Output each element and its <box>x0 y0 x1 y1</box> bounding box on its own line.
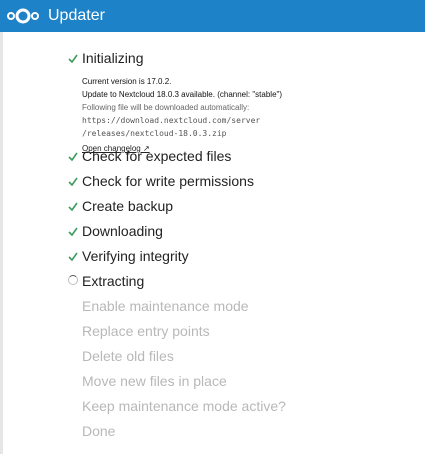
step-label: Extracting <box>82 273 145 289</box>
step-move-new-files: Move new files in place <box>68 372 418 397</box>
app-header: Updater <box>0 0 425 32</box>
download-info-text: Following file will be downloaded automa… <box>82 103 250 112</box>
step-label: Enable maintenance mode <box>82 298 249 314</box>
step-create-backup: Create backup <box>68 197 418 222</box>
step-enable-maintenance-mode: Enable maintenance mode <box>68 297 418 322</box>
step-label: Move new files in place <box>82 373 227 389</box>
step-label: Check for write permissions <box>82 173 254 189</box>
check-icon <box>68 199 78 213</box>
step-keep-maintenance-mode: Keep maintenance mode active? <box>68 397 418 422</box>
check-icon <box>68 174 78 188</box>
page-title: Updater <box>48 7 105 24</box>
check-icon <box>68 51 78 65</box>
step-replace-entry-points: Replace entry points <box>68 322 418 347</box>
step-delete-old-files: Delete old files <box>68 347 418 372</box>
step-extracting: Extracting <box>68 272 418 297</box>
step-label: Keep maintenance mode active? <box>82 398 286 414</box>
step-label: Delete old files <box>82 348 174 364</box>
download-url-part2: /releases/nextcloud-18.0.3.zip <box>82 129 227 138</box>
loading-spinner-icon <box>68 275 78 285</box>
download-url-part1: https://download.nextcloud.com/server <box>82 116 261 125</box>
step-label: Replace entry points <box>82 323 210 339</box>
update-available-text: Update to Nextcloud 18.0.3 available. (c… <box>82 90 283 99</box>
step-label: Check for expected files <box>82 148 232 164</box>
step-initializing: Initializing Current version is 17.0.2. … <box>68 49 418 153</box>
updater-steps: Initializing Current version is 17.0.2. … <box>68 49 418 447</box>
step-check-expected-files: Check for expected files <box>68 147 418 172</box>
step-downloading: Downloading <box>68 222 418 247</box>
step-label: Verifying integrity <box>82 248 189 264</box>
step-check-write-permissions: Check for write permissions <box>68 172 418 197</box>
check-icon <box>68 249 78 263</box>
check-icon <box>68 149 78 163</box>
current-version-text: Current version is 17.0.2. <box>82 77 172 86</box>
step-verifying-integrity: Verifying integrity <box>68 247 418 272</box>
left-divider <box>0 32 3 454</box>
check-icon <box>68 224 78 238</box>
step-label: Create backup <box>82 198 174 214</box>
step-label: Downloading <box>82 223 163 239</box>
step-done: Done <box>68 422 418 447</box>
step-label: Initializing <box>82 50 144 66</box>
step-label: Done <box>82 423 116 439</box>
initializing-details: Current version is 17.0.2. Update to Nex… <box>82 75 412 155</box>
nextcloud-logo-icon <box>6 5 40 27</box>
